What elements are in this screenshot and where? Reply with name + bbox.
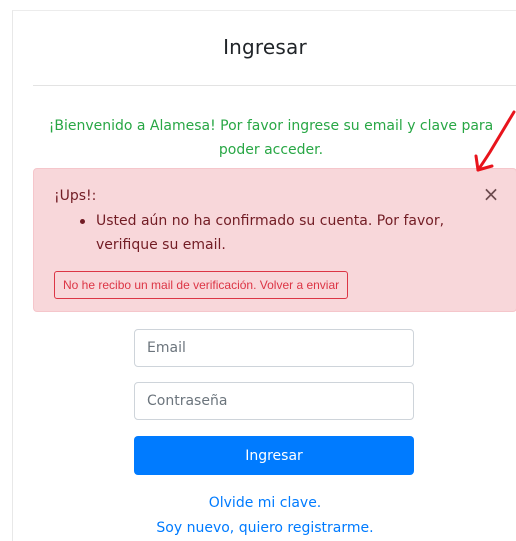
register-link[interactable]: Soy nuevo, quiero registrarme. [13, 520, 516, 536]
close-icon[interactable]: × [480, 181, 502, 207]
alert-heading: ¡Ups!: [54, 188, 97, 204]
login-page: Ingresar ¡Bienvenido a Alamesa! Por favo… [0, 0, 516, 541]
alert-message-list: Usted aún no ha confirmado su cuenta. Po… [78, 209, 458, 257]
resend-verification-button[interactable]: No he recibo un mail de verificación. Vo… [54, 271, 349, 299]
email-field[interactable] [134, 329, 414, 367]
welcome-message: ¡Bienvenido a Alamesa! Por favor ingrese… [48, 118, 494, 158]
forgot-password-link[interactable]: Olvide mi clave. [13, 495, 516, 511]
alert-message-item: Usted aún no ha confirmado su cuenta. Po… [78, 209, 458, 257]
login-card: Ingresar ¡Bienvenido a Alamesa! Por favo… [12, 10, 516, 541]
annotation-arrow-icon [474, 110, 516, 172]
title-divider [33, 85, 516, 86]
page-title: Ingresar [223, 35, 307, 59]
error-alert: ¡Ups!: × Usted aún no ha confirmado su c… [33, 168, 516, 312]
password-field[interactable] [134, 382, 414, 420]
login-submit-button[interactable]: Ingresar [134, 436, 414, 475]
